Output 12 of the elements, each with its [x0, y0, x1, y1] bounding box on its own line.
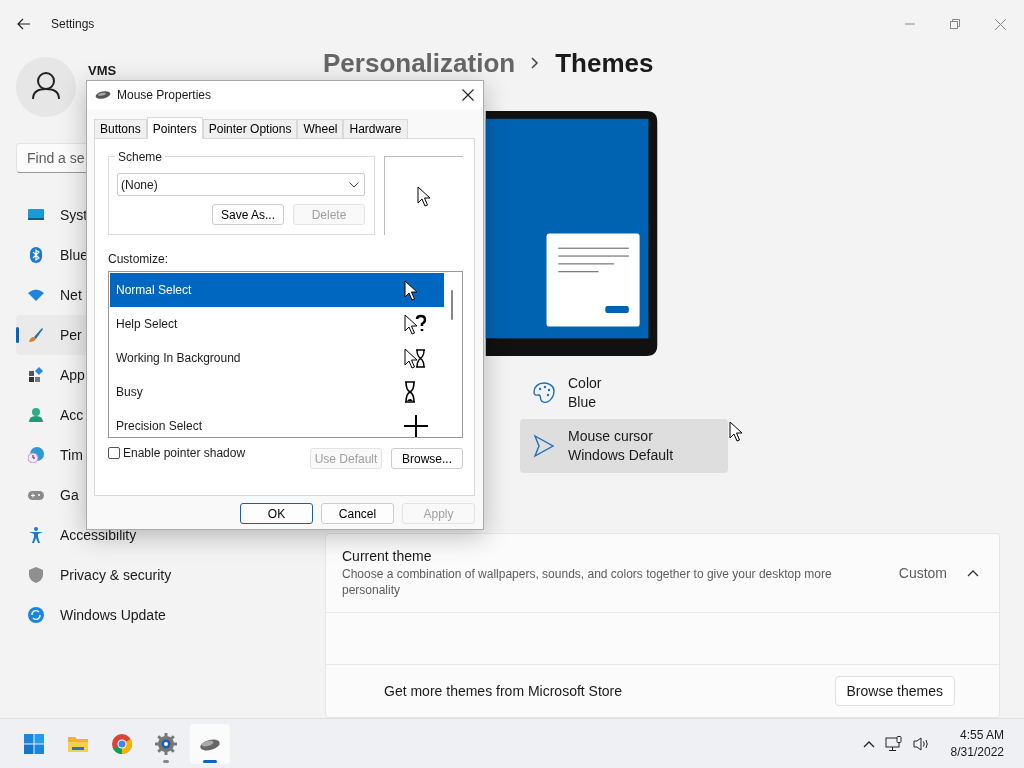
section-description: Choose a combination of wallpapers, sounds, and colors together to give your desktop more personality	[342, 566, 833, 598]
store-text: Get more themes from Microsoft Store	[384, 683, 623, 699]
section-title: Current theme	[342, 548, 433, 564]
customize-label: Customize:	[108, 252, 170, 266]
theme-value: Custom	[898, 565, 947, 581]
page-title: Themes	[555, 48, 654, 78]
option-text: Color Blue	[568, 374, 602, 412]
user-name: VMS	[88, 63, 117, 78]
dialog-title: Mouse Properties	[117, 88, 212, 102]
group-label: Scheme	[115, 150, 166, 164]
option-text: Mouse cursor Windows Default	[568, 427, 674, 465]
window-title: Settings	[51, 17, 95, 31]
